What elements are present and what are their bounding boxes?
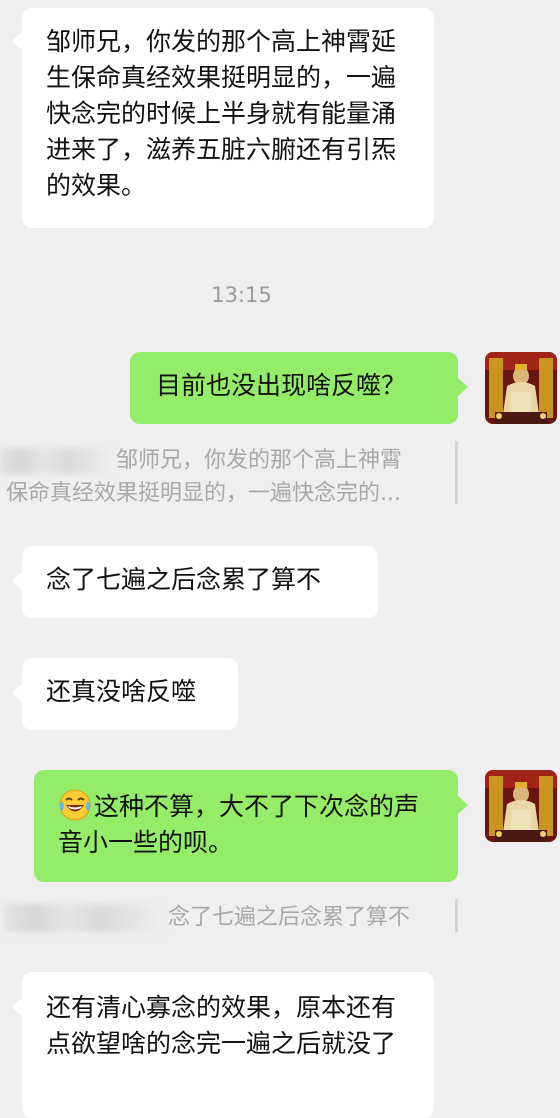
bubble-tail — [458, 378, 468, 396]
message-text: 邹师兄，你发的那个高上神霄延生保命真经效果挺明显的，一遍快念完的时候上半身就有能… — [46, 27, 397, 200]
message-bubble-incoming[interactable]: 还真没啥反噬 — [22, 658, 238, 730]
message-text: 还有清心寡念的效果，原本还有点欲望啥的念完一遍之后就没了 — [46, 993, 397, 1058]
quote-line: 念了七遍之后念累了算不 — [168, 905, 411, 930]
quote-line: 邹师兄，你发的那个高上神霄 — [116, 448, 403, 473]
message-text: 念了七遍之后念累了算不 — [46, 565, 322, 594]
message-bubble-incoming[interactable]: 还有清心寡念的效果，原本还有点欲望啥的念完一遍之后就没了 — [22, 972, 434, 1118]
avatar-image — [485, 770, 557, 842]
quoted-reply-preview[interactable]: 念了七遍之后念累了算不 — [0, 901, 452, 934]
message-text: 还真没啥反噬 — [46, 677, 197, 706]
bubble-tail — [458, 796, 468, 814]
message-bubble-outgoing[interactable]: 目前也没出现啥反噬？ — [130, 352, 458, 424]
timestamp: 13:15 — [211, 283, 272, 307]
quote-divider — [455, 899, 458, 932]
message-bubble-outgoing[interactable]: 这种不算，大不了下次念的声音小一些的呗。 — [34, 770, 458, 882]
message-text: 这种不算，大不了下次念的声音小一些的呗。 — [58, 792, 420, 857]
user-avatar[interactable] — [485, 770, 557, 842]
quoted-reply-preview[interactable]: 邹师兄，你发的那个高上神霄 保命真经效果挺明显的，一遍快念完的... — [0, 444, 452, 510]
bubble-tail — [12, 998, 22, 1016]
message-text: 目前也没出现啥反噬？ — [156, 371, 407, 400]
message-bubble-incoming[interactable]: 邹师兄，你发的那个高上神霄延生保命真经效果挺明显的，一遍快念完的时候上半身就有能… — [22, 8, 434, 228]
laughing-with-tears-emoji-icon — [59, 789, 91, 821]
quote-line: 保命真经效果挺明显的，一遍快念完的... — [6, 481, 401, 506]
avatar-image — [485, 352, 557, 424]
bubble-tail — [12, 572, 22, 590]
bubble-tail — [12, 684, 22, 702]
user-avatar[interactable] — [485, 352, 557, 424]
quote-divider — [455, 441, 458, 504]
message-bubble-incoming[interactable]: 念了七遍之后念累了算不 — [22, 546, 378, 618]
bubble-tail — [12, 32, 22, 50]
